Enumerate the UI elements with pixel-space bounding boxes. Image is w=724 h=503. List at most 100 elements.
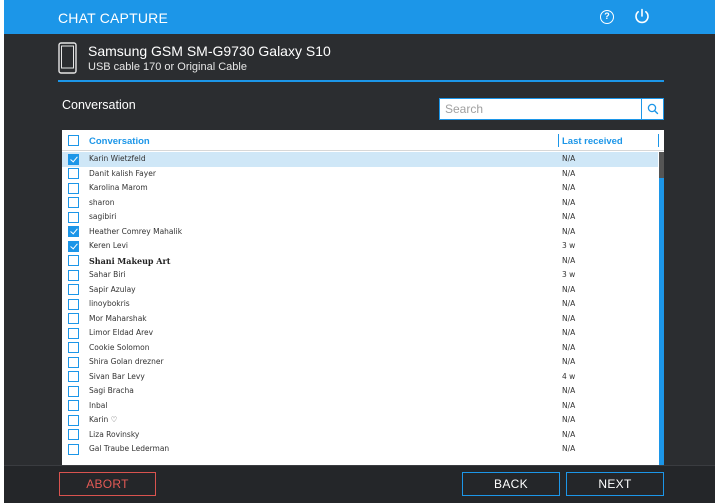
last-received: N/A bbox=[562, 255, 576, 265]
conversation-name: sharon bbox=[89, 197, 115, 207]
row-checkbox[interactable] bbox=[68, 400, 79, 411]
table-row[interactable]: Liza Rovinsky N/A bbox=[62, 428, 658, 443]
scrollbar-thumb[interactable] bbox=[659, 152, 664, 178]
column-separator[interactable] bbox=[658, 134, 659, 147]
conversation-name: Karolina Marom bbox=[89, 183, 148, 192]
select-all-checkbox[interactable] bbox=[68, 135, 79, 146]
phone-icon bbox=[58, 42, 77, 74]
conversation-name: Sivan Bar Levy bbox=[89, 371, 145, 381]
row-checkbox[interactable] bbox=[68, 313, 79, 324]
abort-button[interactable]: ABORT bbox=[59, 472, 156, 496]
column-header-last-received[interactable]: Last received bbox=[562, 136, 623, 147]
table-row[interactable]: Keren Levi 3 w bbox=[62, 239, 658, 254]
table-row[interactable]: Karolina Marom N/A bbox=[62, 181, 658, 196]
table-row[interactable]: Mor Maharshak N/A bbox=[62, 312, 658, 327]
row-checkbox[interactable] bbox=[68, 429, 79, 440]
row-checkbox[interactable] bbox=[68, 414, 79, 426]
table-row[interactable]: sagibiri N/A bbox=[62, 210, 658, 225]
section-title: Conversation bbox=[62, 98, 136, 112]
row-checkbox[interactable] bbox=[68, 327, 79, 339]
conversation-name: Cookie Solomon bbox=[89, 342, 150, 352]
conversation-name: Liza Rovinsky bbox=[89, 429, 140, 439]
row-checkbox[interactable] bbox=[68, 284, 79, 295]
conversation-name: Danit kalish Fayer bbox=[89, 168, 156, 178]
last-received: N/A bbox=[562, 226, 576, 236]
conversation-name: Karin Wietzfeld bbox=[89, 154, 146, 163]
table-row[interactable]: Danit kalish Fayer N/A bbox=[62, 167, 658, 182]
row-checkbox[interactable] bbox=[68, 182, 79, 194]
conversation-name: sagibiri bbox=[89, 212, 117, 221]
device-connection: USB cable 170 or Original Cable bbox=[88, 61, 247, 73]
last-received: N/A bbox=[562, 284, 576, 294]
table-row[interactable]: Heather Comrey Mahalik N/A bbox=[62, 225, 658, 240]
divider bbox=[58, 80, 664, 82]
table-row[interactable]: Limor Eldad Arev N/A bbox=[62, 326, 658, 341]
conversation-name: Mor Maharshak bbox=[89, 313, 147, 323]
table-row[interactable]: Sapir Azulay N/A bbox=[62, 283, 658, 298]
chat-capture-window: CHAT CAPTURE ? Samsung GSM SM-G9730 Gala… bbox=[4, 0, 715, 503]
last-received: N/A bbox=[562, 197, 576, 207]
table-row[interactable]: Sivan Bar Levy 4 w bbox=[62, 370, 658, 385]
table-row[interactable]: Cookie Solomon N/A bbox=[62, 341, 658, 356]
last-received: N/A bbox=[562, 154, 576, 163]
conversation-name: Heather Comrey Mahalik bbox=[89, 226, 183, 236]
search-input[interactable] bbox=[440, 99, 640, 119]
last-received: N/A bbox=[562, 400, 576, 410]
last-received: N/A bbox=[562, 168, 576, 178]
row-checkbox[interactable] bbox=[68, 211, 79, 223]
table-row[interactable]: linoybokris N/A bbox=[62, 297, 658, 312]
table-row[interactable]: Sagi Bracha N/A bbox=[62, 384, 658, 399]
last-received: N/A bbox=[562, 386, 576, 395]
row-checkbox[interactable] bbox=[68, 443, 79, 455]
row-checkbox[interactable] bbox=[68, 240, 79, 252]
row-checkbox[interactable] bbox=[68, 342, 79, 353]
table-row[interactable]: Gal Traube Lederman N/A bbox=[62, 442, 658, 457]
last-received: N/A bbox=[562, 415, 576, 424]
next-button[interactable]: NEXT bbox=[566, 472, 664, 496]
last-received: N/A bbox=[562, 342, 576, 352]
row-checkbox[interactable] bbox=[68, 226, 79, 237]
table-row[interactable]: Shira Golan drezner N/A bbox=[62, 355, 658, 370]
table-row[interactable]: Shani Makeup Art N/A bbox=[62, 254, 658, 269]
last-received: N/A bbox=[562, 183, 576, 192]
row-checkbox[interactable] bbox=[68, 385, 79, 397]
row-checkbox[interactable] bbox=[68, 269, 79, 281]
row-checkbox[interactable] bbox=[68, 298, 79, 310]
device-name: Samsung GSM SM-G9730 Galaxy S10 bbox=[88, 43, 331, 59]
conversation-name: linoybokris bbox=[89, 299, 130, 308]
scrollbar[interactable] bbox=[659, 152, 664, 466]
conversation-name: Sapir Azulay bbox=[89, 284, 136, 294]
table-row[interactable]: Sahar Biri 3 w bbox=[62, 268, 658, 283]
device-info: Samsung GSM SM-G9730 Galaxy S10 USB cabl… bbox=[58, 40, 664, 82]
row-checkbox[interactable] bbox=[68, 255, 79, 266]
table-row[interactable]: Karin Wietzfeld N/A bbox=[62, 152, 658, 167]
row-checkbox[interactable] bbox=[68, 356, 79, 368]
table-row[interactable]: Karin ♡ N/A bbox=[62, 413, 658, 428]
conversation-name: Limor Eldad Arev bbox=[89, 328, 154, 337]
last-received: N/A bbox=[562, 429, 576, 439]
search-box bbox=[439, 98, 664, 120]
last-received: N/A bbox=[562, 313, 576, 323]
conversation-name: Shira Golan drezner bbox=[89, 357, 164, 366]
search-button[interactable] bbox=[641, 99, 663, 119]
conversation-name: Shani Makeup Art bbox=[89, 255, 171, 266]
last-received: 4 w bbox=[562, 371, 576, 381]
last-received: N/A bbox=[562, 357, 576, 366]
last-received: N/A bbox=[562, 299, 576, 308]
back-button[interactable]: BACK bbox=[462, 472, 560, 496]
row-checkbox[interactable] bbox=[68, 168, 79, 179]
table-row[interactable]: sharon N/A bbox=[62, 196, 658, 211]
help-icon[interactable]: ? bbox=[600, 10, 614, 24]
row-checkbox[interactable] bbox=[68, 371, 79, 382]
row-checkbox[interactable] bbox=[68, 197, 79, 208]
app-title: CHAT CAPTURE bbox=[58, 10, 169, 26]
search-icon bbox=[647, 103, 659, 115]
power-icon[interactable] bbox=[634, 8, 650, 24]
conversation-table: Conversation Last received Karin Wietzfe… bbox=[62, 130, 664, 466]
conversation-name: Keren Levi bbox=[89, 241, 129, 250]
table-row[interactable]: Inbal N/A bbox=[62, 399, 658, 414]
title-bar: CHAT CAPTURE ? bbox=[4, 0, 715, 34]
column-separator[interactable] bbox=[558, 134, 559, 147]
row-checkbox[interactable] bbox=[68, 153, 79, 165]
column-header-conversation[interactable]: Conversation bbox=[89, 136, 150, 147]
